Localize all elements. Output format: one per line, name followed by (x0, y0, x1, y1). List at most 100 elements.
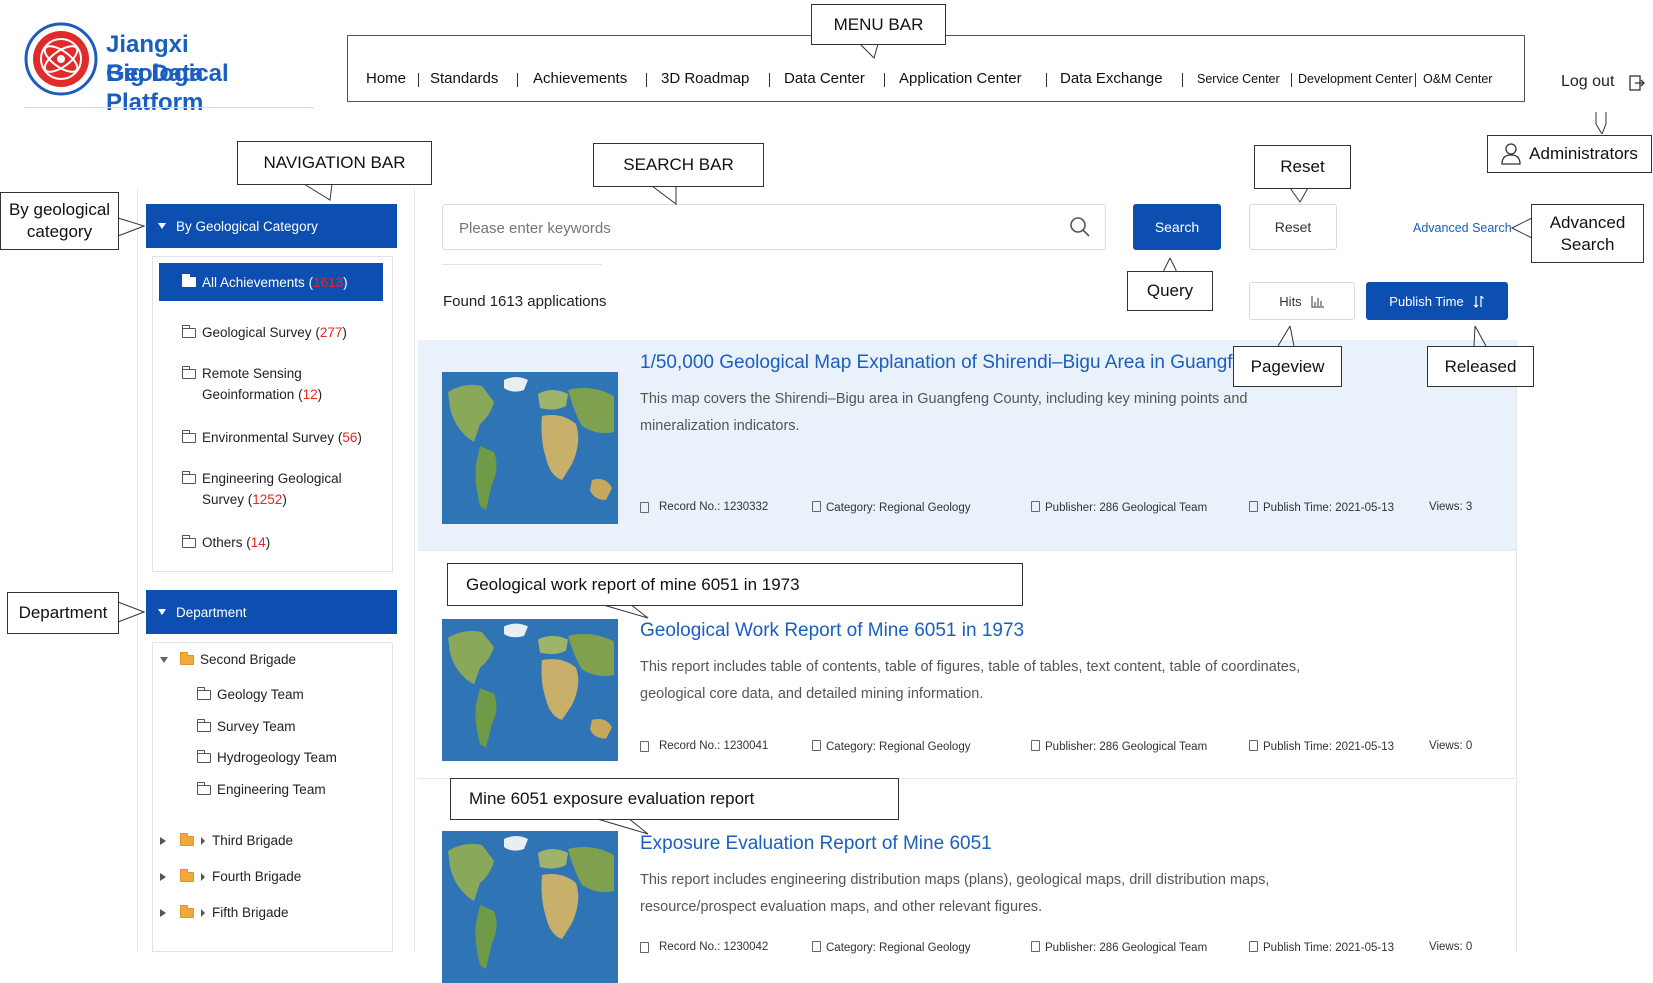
menu-divider (1046, 73, 1047, 87)
menu-3d-roadmap[interactable]: 3D Roadmap (661, 70, 749, 87)
result-record-text: Record No.: 1230042 (659, 941, 769, 953)
sort-publish-time-button[interactable]: Publish Time (1366, 282, 1508, 320)
team-label: Geology Team (217, 687, 304, 702)
result-record-no: Record No.: 1230042 (640, 941, 769, 953)
search-box (442, 204, 1106, 250)
category-count: 12 (302, 387, 318, 402)
menu-om-center[interactable]: O&M Center (1423, 72, 1492, 86)
category-label: Remote Sensing (202, 366, 302, 381)
menu-application-center[interactable]: Application Center (899, 70, 1022, 87)
category-icon (812, 740, 821, 751)
folder-icon (182, 366, 196, 379)
folder-icon (182, 471, 196, 484)
menu-divider (517, 73, 518, 87)
result-record-no: Record No.: 1230041 (640, 740, 768, 752)
tree-node-third-brigade[interactable]: Third Brigade (160, 830, 293, 851)
reset-button[interactable]: Reset (1249, 204, 1337, 250)
menu-service-center[interactable]: Service Center (1197, 72, 1280, 86)
menu-divider (1182, 73, 1183, 87)
tree-node-survey-team[interactable]: Survey Team (197, 716, 296, 737)
result-views: Views: 0 (1429, 941, 1473, 953)
caret-down-icon (158, 609, 166, 615)
logout-link[interactable]: Log out (1561, 73, 1651, 95)
menu-divider (418, 73, 419, 87)
result-publisher: Publisher: 286 Geological Team (1031, 740, 1207, 753)
category-icon (812, 941, 821, 952)
folder-icon (197, 750, 211, 763)
callout-navigation-bar: NAVIGATION BAR (237, 141, 432, 185)
result-publish-time-text: Publish Time: 2021-05-13 (1263, 502, 1395, 514)
search-icon[interactable] (1069, 216, 1091, 238)
sidebar-item-remote-sensing[interactable]: Remote Sensing Geoinformation (12) (182, 363, 322, 405)
result-title[interactable]: Exposure Evaluation Report of Mine 6051 (640, 833, 992, 855)
caret-right-icon (201, 909, 205, 917)
publisher-icon (1031, 941, 1040, 952)
world-map-thumbnail (442, 372, 618, 524)
folder-icon (180, 869, 194, 882)
menu-data-center[interactable]: Data Center (784, 70, 865, 87)
sidebar-item-engineering-geological-survey[interactable]: Engineering Geological Survey (1252) (182, 468, 342, 510)
menu-achievements[interactable]: Achievements (533, 70, 627, 87)
folder-icon (197, 719, 211, 732)
tree-node-fifth-brigade[interactable]: Fifth Brigade (160, 902, 289, 923)
result-views: Views: 0 (1429, 740, 1473, 752)
result-publisher: Publisher: 286 Geological Team (1031, 501, 1207, 514)
search-input[interactable] (457, 213, 1041, 243)
result-record-text: Record No.: 1230332 (659, 501, 769, 513)
result-description: This report includes engineering distrib… (640, 872, 1270, 915)
callout-search-bar: SEARCH BAR (593, 143, 764, 187)
tree-node-second-brigade[interactable]: Second Brigade (160, 649, 296, 670)
result-publish-time: Publish Time: 2021-05-13 (1249, 501, 1394, 514)
menu-divider (884, 73, 885, 87)
result-record-no: Record No.: 1230332 (640, 501, 769, 513)
menu-development-center[interactable]: Development Center (1298, 72, 1413, 86)
tree-node-hydrogeology-team[interactable]: Hydrogeology Team (197, 747, 337, 768)
logo[interactable]: Jiangxi Geological Big Data Platform (24, 20, 304, 116)
tree-node-engineering-team[interactable]: Engineering Team (197, 779, 326, 800)
callout-reset: Reset (1254, 145, 1351, 189)
advanced-search-link[interactable]: Advanced Search (1413, 221, 1512, 235)
bar-chart-icon (1311, 295, 1324, 308)
brigade-label: Second Brigade (200, 652, 297, 667)
result-category-text: Category: Regional Geology (826, 741, 971, 753)
result-item[interactable]: 1/50,000 Geological Map Explanation of S… (418, 340, 1517, 550)
callout-released: Released (1427, 346, 1534, 387)
sort-publish-time-label: Publish Time (1389, 293, 1464, 309)
menu-standards[interactable]: Standards (430, 70, 498, 87)
world-map-thumbnail (442, 619, 618, 761)
menu-divider (1415, 73, 1416, 87)
caret-right-icon (201, 873, 205, 881)
brigade-label: Fourth Brigade (212, 869, 302, 884)
result-publisher-text: Publisher: 286 Geological Team (1045, 502, 1208, 514)
category-label: Engineering Geological (202, 471, 342, 486)
result-title[interactable]: Geological Work Report of Mine 6051 in 1… (640, 620, 1024, 642)
callout-by-geological-category: By geological category (0, 192, 119, 250)
category-count: 14 (250, 535, 266, 550)
sidebar-item-all-achievements[interactable]: All Achievements (1613) (159, 263, 383, 301)
search-button[interactable]: Search (1133, 204, 1221, 250)
result-publisher: Publisher: 286 Geological Team (1031, 941, 1207, 954)
folder-icon (197, 782, 211, 795)
category-label: Others (202, 535, 243, 550)
category-label: Geological Survey (202, 325, 312, 340)
team-label: Engineering Team (217, 782, 326, 797)
department-nav-header[interactable]: Department (146, 590, 397, 634)
logo-emblem-icon (24, 22, 98, 96)
record-icon (640, 502, 649, 513)
folder-icon (197, 687, 211, 700)
tree-node-geology-team[interactable]: Geology Team (197, 684, 304, 705)
callout-advanced-line2: Search (1560, 234, 1615, 254)
result-title[interactable]: 1/50,000 Geological Map Explanation of S… (640, 352, 1264, 374)
category-nav-header[interactable]: By Geological Category (146, 204, 397, 248)
sidebar-item-geological-survey[interactable]: Geological Survey (277) (182, 322, 347, 343)
menu-data-exchange[interactable]: Data Exchange (1060, 70, 1163, 87)
sidebar-item-others[interactable]: Others (14) (182, 532, 270, 553)
caret-down-icon (160, 657, 168, 663)
sort-icon (1473, 295, 1484, 308)
folder-icon (180, 905, 194, 918)
menu-home[interactable]: Home (366, 70, 406, 87)
tree-node-fourth-brigade[interactable]: Fourth Brigade (160, 866, 301, 887)
sidebar-item-environmental-survey[interactable]: Environmental Survey (56) (182, 427, 362, 448)
logout-label: Log out (1561, 73, 1615, 90)
sort-hits-button[interactable]: Hits (1249, 282, 1355, 320)
